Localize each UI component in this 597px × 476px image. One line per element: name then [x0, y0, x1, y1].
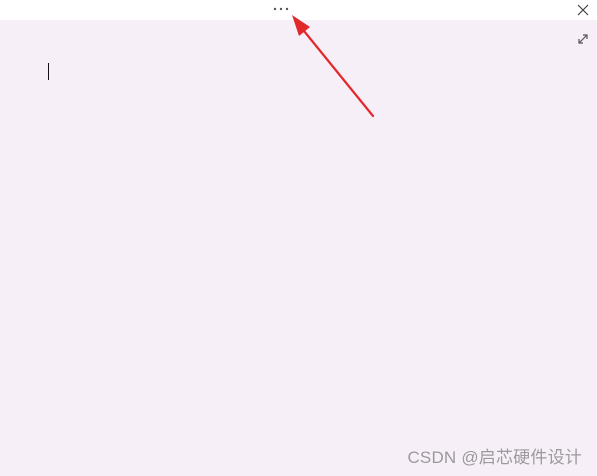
note-area: [0, 20, 597, 476]
text-caret: [48, 63, 49, 80]
more-horizontal-icon: [273, 7, 289, 11]
title-bar: [0, 0, 597, 20]
expand-icon: [578, 34, 588, 44]
close-button[interactable]: [574, 1, 592, 19]
note-text-editor[interactable]: [40, 58, 560, 438]
expand-button[interactable]: [575, 31, 591, 47]
watermark: CSDN @启芯硬件设计: [407, 448, 582, 467]
close-icon: [577, 4, 589, 16]
more-menu-button[interactable]: [270, 2, 292, 16]
